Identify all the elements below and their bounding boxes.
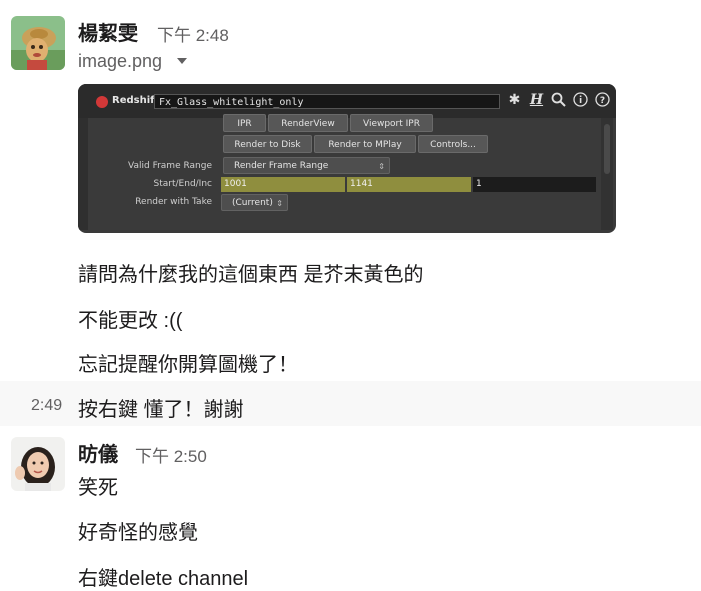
start-end-inc-label: Start/End/Inc bbox=[153, 179, 212, 189]
sender-name[interactable]: 楊絜雯 bbox=[78, 17, 138, 46]
attachment-image[interactable]: Redshift Fx_Glass_whitelight_only ✱ H ? … bbox=[78, 84, 616, 233]
message-text: 忘記提醒你開算圖機了！ bbox=[78, 354, 298, 376]
redshift-logo-icon bbox=[96, 96, 108, 108]
valid-frame-range-value: Render Frame Range bbox=[234, 161, 329, 171]
parameter-scrollbar bbox=[601, 118, 613, 230]
message-text: 按右鍵 懂了！謝謝 bbox=[78, 399, 244, 421]
message-text: 右鍵delete channel bbox=[78, 568, 249, 590]
question-icon: ? bbox=[594, 92, 611, 109]
message-text: 請問為什麼我的這個東西 是芥末黃色的 bbox=[78, 264, 424, 286]
side-strip bbox=[78, 118, 88, 230]
message-hover-timestamp[interactable]: 2:49 bbox=[31, 397, 62, 415]
avatar-fangyi[interactable] bbox=[11, 437, 65, 491]
start-frame-field: 1001 bbox=[221, 177, 345, 192]
increment-field: 1 bbox=[473, 177, 596, 192]
gear-icon: ✱ bbox=[508, 92, 521, 108]
avatar-yang[interactable] bbox=[11, 16, 65, 70]
render-to-mplay-button: Render to MPlay bbox=[314, 135, 416, 153]
updown-arrows-icon: ⇕ bbox=[276, 199, 283, 208]
updown-arrows-icon: ⇕ bbox=[378, 162, 385, 171]
node-type-label: Redshift bbox=[112, 95, 160, 106]
message-timestamp[interactable]: 下午 2:50 bbox=[135, 442, 207, 467]
svg-text:?: ? bbox=[600, 96, 605, 106]
viewport-ipr-button: Viewport IPR bbox=[350, 114, 433, 132]
renderview-button: RenderView bbox=[268, 114, 348, 132]
node-name-field: Fx_Glass_whitelight_only bbox=[154, 94, 500, 109]
search-icon bbox=[550, 92, 567, 109]
parameter-toolbar: Redshift Fx_Glass_whitelight_only ✱ H ? bbox=[78, 84, 616, 118]
help-h-icon: H bbox=[529, 92, 544, 108]
end-frame-field: 1141 bbox=[347, 177, 471, 192]
message-text: 不能更改 :(( bbox=[78, 310, 183, 332]
ipr-button: IPR bbox=[223, 114, 266, 132]
render-with-take-menu: (Current) ⇕ bbox=[221, 194, 288, 211]
caret-down-icon[interactable] bbox=[175, 54, 189, 68]
render-to-disk-button: Render to Disk bbox=[223, 135, 312, 153]
render-with-take-label: Render with Take bbox=[135, 197, 212, 207]
valid-frame-range-label: Valid Frame Range bbox=[128, 161, 212, 171]
message-text: 好奇怪的感覺 bbox=[78, 522, 198, 544]
controls-button: Controls... bbox=[418, 135, 488, 153]
sender-name[interactable]: 昉儀 bbox=[78, 438, 118, 467]
message-timestamp[interactable]: 下午 2:48 bbox=[157, 21, 229, 46]
valid-frame-range-menu: Render Frame Range ⇕ bbox=[223, 157, 390, 174]
attachment-file-name[interactable]: image.png bbox=[78, 51, 162, 72]
message-text: 笑死 bbox=[78, 477, 118, 499]
info-icon bbox=[572, 92, 589, 109]
render-with-take-value: (Current) bbox=[232, 198, 273, 208]
